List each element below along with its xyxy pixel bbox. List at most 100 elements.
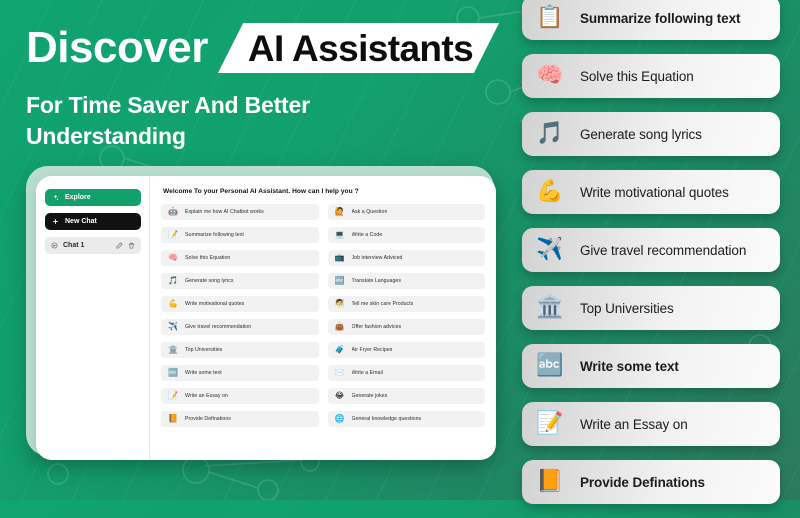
feature-card-label: Write an Essay on bbox=[580, 416, 688, 432]
suggestion-card[interactable]: 📝 Write an Essay on bbox=[161, 388, 319, 404]
suggestion-card[interactable]: 💪 Write motivational quotes bbox=[161, 296, 319, 312]
feature-card-label: Write motivational quotes bbox=[580, 184, 729, 200]
suggestion-card[interactable]: 🙋 Ask a Question bbox=[327, 204, 485, 220]
feature-card-label: Summarize following text bbox=[580, 10, 741, 26]
input-letters-icon: 🔤 bbox=[536, 353, 564, 378]
suggestion-card-label: General knowledge questions bbox=[351, 416, 422, 422]
airplane-icon: ✈️ bbox=[536, 237, 564, 262]
feature-card[interactable]: 📙 Provide Definations bbox=[522, 460, 780, 504]
sidebar-item-chat-1[interactable]: Chat 1 bbox=[45, 237, 141, 254]
feature-card-label: Generate song lyrics bbox=[580, 126, 702, 142]
suggestion-card[interactable]: 🧳 Air Fryer Recipes bbox=[327, 342, 485, 358]
laughing-face-icon: 😂 bbox=[334, 391, 345, 400]
sidebar-item-explore[interactable]: Explore bbox=[45, 189, 141, 206]
welcome-message: Welcome To your Personal AI Assistant. H… bbox=[163, 188, 359, 195]
suggestion-card[interactable]: 🎵 Generate song lyrics bbox=[161, 273, 319, 289]
hero-title-row: Discover AI Assistants bbox=[26, 22, 516, 74]
suggestion-card-label: Solve this Equation bbox=[185, 255, 231, 261]
pencil-icon[interactable] bbox=[116, 242, 123, 249]
app-window-frame: Explore New Chat Chat 1 Welcome To your … bbox=[26, 166, 496, 460]
feature-card[interactable]: 🏛️ Top Universities bbox=[522, 286, 780, 330]
suggestion-card-label: Summarize following text bbox=[185, 232, 244, 238]
feature-card-label: Provide Definations bbox=[580, 474, 705, 490]
pencil-paper-icon: 📝 bbox=[168, 391, 178, 400]
suggestion-card[interactable]: 🧠 Solve this Equation bbox=[161, 250, 319, 266]
book-icon: 📙 bbox=[168, 414, 178, 423]
feature-card[interactable]: 🧠 Solve this Equation bbox=[522, 54, 780, 98]
globe-icon: 🌐 bbox=[334, 414, 345, 423]
handbag-icon: 👜 bbox=[334, 322, 345, 331]
suggestion-card-label: Tell me skin care Products bbox=[351, 301, 414, 307]
feature-card[interactable]: 💪 Write motivational quotes bbox=[522, 170, 780, 214]
suggestion-card-label: Air Fryer Recipes bbox=[351, 347, 393, 353]
robot-icon: 🤖 bbox=[168, 207, 178, 216]
airplane-icon: ✈️ bbox=[168, 322, 178, 331]
suggestion-card[interactable]: 📺 Job interview Adviced bbox=[327, 250, 485, 266]
suggestion-card[interactable]: 🏛️ Top Universities bbox=[161, 342, 319, 358]
suggestion-card-label: Generate jokes bbox=[351, 393, 388, 399]
suggestion-card[interactable]: 📝 Summarize following text bbox=[161, 227, 319, 243]
music-note-icon: 🎵 bbox=[536, 121, 564, 146]
translate-icon: 🔤 bbox=[334, 276, 345, 285]
suggestion-card-label: Job interview Adviced bbox=[351, 255, 403, 261]
suggestion-grid: 🤖 Explain me how AI Chatbot works 🙋 Ask a Q… bbox=[161, 204, 485, 427]
plus-icon bbox=[52, 218, 59, 225]
suggestion-card-label: Write a Email bbox=[351, 370, 383, 376]
suggestion-card[interactable]: 📙 Provide Definations bbox=[161, 411, 319, 427]
chat-bubble-icon bbox=[51, 242, 58, 249]
face-care-icon: 🧖 bbox=[334, 299, 345, 308]
flexed-biceps-icon: 💪 bbox=[168, 299, 178, 308]
suggestion-card-label: Write motivational quotes bbox=[185, 301, 245, 307]
feature-card[interactable]: ✈️ Give travel recommendation bbox=[522, 228, 780, 272]
hero-title-banner: AI Assistants bbox=[217, 23, 500, 73]
appliance-icon: 🧳 bbox=[334, 345, 345, 354]
laptop-code-icon: 💻 bbox=[334, 230, 345, 239]
feature-card-list: 📋 Summarize following text 🧠 Solve this Equ… bbox=[522, 0, 780, 518]
hero-headline: Discover AI Assistants For Time Saver An… bbox=[26, 22, 516, 152]
pencil-paper-icon: 📝 bbox=[536, 411, 564, 436]
head-thinking-icon: 🧠 bbox=[536, 63, 564, 88]
feature-card[interactable]: 📝 Write an Essay on bbox=[522, 402, 780, 446]
app-sidebar: Explore New Chat Chat 1 bbox=[36, 176, 150, 460]
suggestion-card-label: Write an Essay on bbox=[185, 393, 228, 399]
trash-icon[interactable] bbox=[128, 242, 135, 249]
suggestion-card-label: Offer fashion advices bbox=[351, 324, 402, 330]
feature-card-label: Give travel recommendation bbox=[580, 242, 747, 258]
suggestion-card[interactable]: 🔤 Write some text bbox=[161, 365, 319, 381]
feature-card-label: Solve this Equation bbox=[580, 68, 694, 84]
chat-item-label: Chat 1 bbox=[63, 242, 85, 249]
music-note-icon: 🎵 bbox=[168, 276, 178, 285]
suggestion-card[interactable]: 🤖 Explain me how AI Chatbot works bbox=[161, 204, 319, 220]
sidebar-item-new-chat[interactable]: New Chat bbox=[45, 213, 141, 230]
feature-card[interactable]: 🔤 Write some text bbox=[522, 344, 780, 388]
chat-item-actions bbox=[116, 242, 135, 249]
classical-building-icon: 🏛️ bbox=[536, 295, 564, 320]
screen-icon: 📺 bbox=[334, 253, 345, 262]
feature-card[interactable]: 📋 Summarize following text bbox=[522, 0, 780, 40]
suggestion-card[interactable]: 👜 Offer fashion advices bbox=[327, 319, 485, 335]
suggestion-card-label: Write a Code bbox=[351, 232, 383, 238]
feature-card[interactable]: 🎵 Generate song lyrics bbox=[522, 112, 780, 156]
suggestion-card[interactable]: ✈️ Give travel recommendation bbox=[161, 319, 319, 335]
suggestion-card[interactable]: 🌐 General knowledge questions bbox=[327, 411, 485, 427]
suggestion-card[interactable]: 😂 Generate jokes bbox=[327, 388, 485, 404]
app-main-panel: Welcome To your Personal AI Assistant. H… bbox=[150, 176, 496, 460]
envelope-icon: ✉️ bbox=[334, 368, 345, 377]
feature-card-label: Write some text bbox=[580, 358, 679, 374]
feature-card-label: Top Universities bbox=[580, 300, 674, 316]
memo-icon: 📝 bbox=[168, 230, 178, 239]
suggestion-card-label: Translate Languages bbox=[351, 278, 401, 284]
person-raising-hand-icon: 🙋 bbox=[334, 207, 345, 216]
suggestion-card[interactable]: 🔤 Translate Languages bbox=[327, 273, 485, 289]
suggestion-card[interactable]: 🧖 Tell me skin care Products bbox=[327, 296, 485, 312]
suggestion-card-label: Give travel recommendation bbox=[185, 324, 252, 330]
sparkle-icon bbox=[52, 194, 59, 201]
book-icon: 📙 bbox=[536, 469, 564, 494]
hero-title-plain: Discover bbox=[26, 23, 208, 72]
app-body: Explore New Chat Chat 1 Welcome To your … bbox=[36, 176, 496, 460]
input-letters-icon: 🔤 bbox=[168, 368, 178, 377]
suggestion-card[interactable]: 💻 Write a Code bbox=[327, 227, 485, 243]
chat-item-left: Chat 1 bbox=[51, 242, 84, 249]
suggestion-card-label: Explain me how AI Chatbot works bbox=[185, 209, 264, 215]
suggestion-card[interactable]: ✉️ Write a Email bbox=[327, 365, 485, 381]
